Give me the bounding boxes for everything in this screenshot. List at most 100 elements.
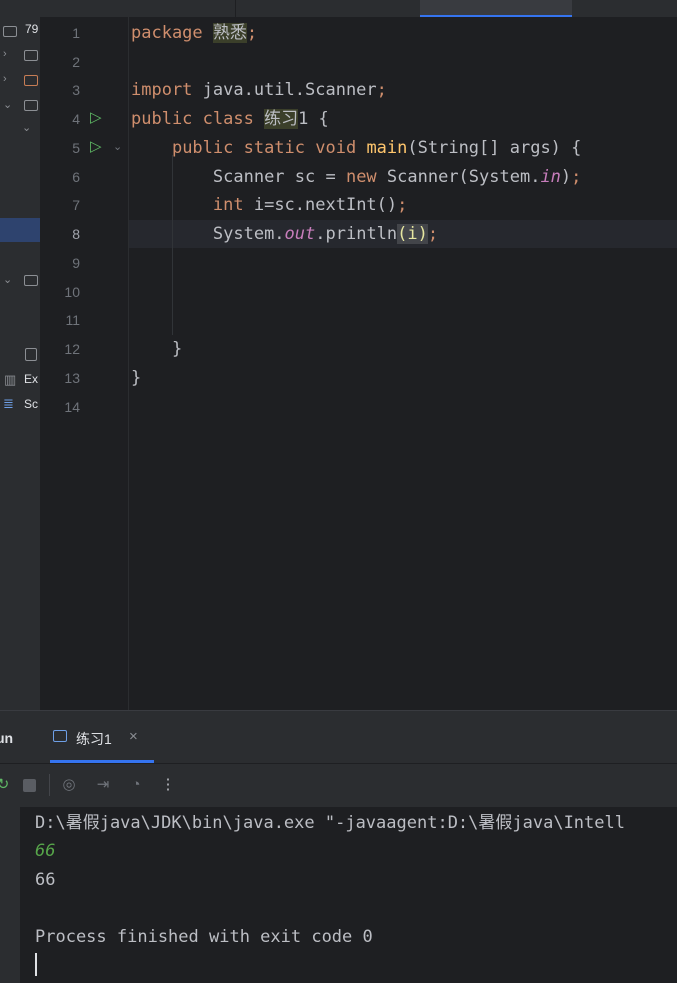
code-line-7: int i=sc.nextInt(); [131,195,408,215]
rerun-icon[interactable]: ↻ [0,776,12,794]
chevron-right-icon: › [3,48,7,60]
line-number: 4 [72,111,80,127]
code-line-12: } [131,339,182,359]
run-tool-window: un 练习1 × ↻ ◎ ⇥ ◔ ⋮ D:\暑假java\JDK\bin\jav… [0,710,677,983]
code-text: ) [560,167,572,187]
tree-label-sc: Sc [24,397,39,411]
line-number: 10 [64,284,80,300]
closing-brace: } [171,339,183,359]
semicolon: ; [571,167,582,187]
keyword: package [131,23,203,43]
package-name: 熟悉 [212,23,247,43]
tree-row-folder-excluded[interactable]: › [0,70,40,92]
scratches-icon: ≣ [3,396,14,411]
folder-icon [24,275,38,286]
code-text: Scanner(System. [376,167,541,187]
semicolon: ; [246,23,258,43]
code-text: i=sc.nextInt() [243,195,398,215]
code-line-1: package 熟悉; [131,23,257,43]
run-toolbar: ↻ ◎ ⇥ ◔ ⋮ [0,763,677,807]
tree-row-root[interactable]: 79 [0,20,40,42]
matched-parens: (i) [397,224,428,244]
console-gutter [0,806,20,983]
code-text: Scanner sc = [212,167,346,187]
line-number: 7 [72,197,80,213]
folder-icon [24,50,38,61]
keyword: int [212,195,244,215]
text-caret [35,953,37,976]
static-field: out [284,224,316,244]
toolbar-divider [49,774,50,796]
file-icon [25,348,37,361]
folder-icon [24,100,38,111]
library-icon: ▥ [4,372,17,387]
tree-row-folder-src[interactable]: ⌄ [0,95,40,117]
run-config-tab[interactable]: 练习1 × [50,721,154,763]
stop-button[interactable] [20,776,38,794]
tree-row-external-libraries[interactable]: ▥ Ex [0,370,40,392]
line-number: 9 [72,255,80,271]
code-line-4: public class 练习1 { [131,109,329,129]
line-number-current: 8 [72,226,80,242]
run-header: un 练习1 × [0,711,677,763]
code-text: System. [212,224,285,244]
chevron-right-icon: › [3,73,7,85]
code-line-6: Scanner sc = new Scanner(System.in); [131,167,582,187]
keyword: public static void [171,138,357,158]
keyword: public class [131,109,254,129]
tree-row-external-libs[interactable]: ⌄ [0,270,40,292]
console-program-output: 66 [35,870,56,890]
camera-icon[interactable]: ◎ [60,776,78,794]
tree-label-ex: Ex [24,372,39,386]
chevron-down-icon: ⌄ [3,99,13,111]
code-editor[interactable]: 1 2 3 4 5 6 7 8 9 10 11 12 13 14 ▷ ▷ ⌄ p… [40,17,677,710]
stop-icon [22,779,36,792]
tree-row-folder[interactable]: › [0,45,40,67]
more-options-icon[interactable]: ⋮ [159,776,177,794]
static-field: in [540,167,561,187]
project-tool-window: 79 › › ⌄ ⌄ ⌄ ▥ Ex ≣ Sc [0,0,40,710]
code-line-3: import java.util.Scanner; [131,80,387,100]
run-class-icon[interactable]: ▷ [90,110,106,126]
method-name: main [366,138,408,158]
semicolon: ; [397,195,408,215]
tree-row-scratches[interactable]: ≣ Sc [0,395,40,417]
project-root-label: 79 [25,22,39,36]
fold-chevron-icon[interactable]: ⌄ [113,140,122,153]
line-number: 5 [72,140,80,156]
tree-row-file[interactable] [0,345,40,367]
run-main-icon[interactable]: ▷ [90,139,106,155]
close-icon[interactable]: × [129,728,138,745]
class-name: 练习 [264,109,299,129]
tree-row-package[interactable]: ⌄ [0,118,40,140]
code-line-13: } [131,368,141,388]
keyword: new [345,167,377,187]
semicolon: ; [376,80,387,100]
login-icon[interactable]: ⇥ [94,776,112,794]
app-window-icon [53,730,67,742]
closing-brace: } [131,368,142,388]
editor-tab-active[interactable] [420,0,572,17]
dashboard-icon[interactable]: ◔ [127,776,145,794]
import-path: java.util.Scanner [192,80,377,100]
console-command-line: D:\暑假java\JDK\bin\java.exe "-javaagent:D… [35,813,625,833]
console-output[interactable]: D:\暑假java\JDK\bin\java.exe "-javaagent:D… [20,806,677,983]
line-number: 2 [72,54,80,70]
console-exit-message: Process finished with exit code 0 [35,927,373,947]
class-name-rest: 1 { [298,109,329,129]
method-signature: (String[] args) { [407,138,582,158]
tree-row-selected-file[interactable] [0,218,40,242]
line-number: 6 [72,169,80,185]
console-user-input: 66 [35,841,56,861]
code-line-8: System.out.println(i); [131,224,438,244]
semicolon: ; [427,224,439,244]
line-number: 11 [65,312,80,328]
keyword: import [131,80,193,100]
line-number: 13 [64,370,80,386]
run-panel-title: un [0,730,14,746]
chevron-down-icon: ⌄ [3,274,13,286]
editor-tab-bar [40,0,677,17]
chevron-down-icon: ⌄ [22,122,32,134]
line-number: 3 [72,82,80,98]
code-text: .println [315,224,398,244]
